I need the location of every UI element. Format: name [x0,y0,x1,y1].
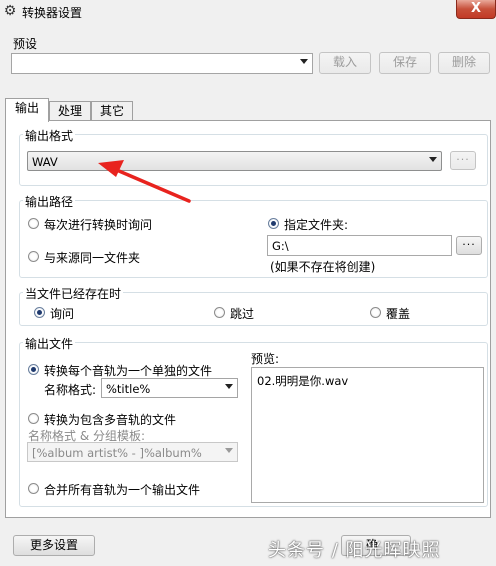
folder-note: (如果不存在将创建) [270,260,376,274]
browse-folder-button[interactable]: ... [456,236,482,255]
preset-label: 预设 [13,37,38,51]
output-format-more-button[interactable]: ... [450,151,476,170]
output-format-value: WAV [32,155,58,169]
name-group-template-value: [%album artist% - ]%album% [32,446,202,460]
ask-each-time-label: 每次进行转换时询问 [44,218,153,232]
multi-track-file-label: 转换为包含多音轨的文件 [44,413,177,427]
preview-label: 预览: [251,352,280,366]
window-title: 转换器设置 [22,6,83,20]
radio-exists-ask[interactable] [34,307,45,318]
preview-filename: 02.明明是你.wav [257,374,349,388]
file-exists-title: 当文件已经存在时 [23,285,124,302]
title-bar: ⚙ 转换器设置 [0,0,496,22]
specified-folder-label: 指定文件夹: [284,218,349,232]
watermark-text: 头条号 / 阳光晖映照 [268,540,441,561]
name-format-select[interactable]: %title% [101,378,238,398]
save-button[interactable]: 保存 [379,52,431,74]
chevron-down-icon [225,384,233,389]
single-file-each-label: 转换每个音轨为一个单独的文件 [44,364,213,378]
radio-same-as-source[interactable] [28,251,39,262]
preset-select[interactable] [11,53,313,74]
radio-ask-each-time[interactable] [28,218,39,229]
tab-processing[interactable]: 处理 [49,101,91,120]
chevron-down-icon [300,59,308,64]
chevron-down-icon [429,157,437,162]
delete-button[interactable]: 删除 [438,52,490,74]
output-path-title: 输出路径 [23,193,76,210]
close-button[interactable]: X [456,0,496,19]
merge-all-label: 合并所有音轨为一个输出文件 [44,483,201,497]
load-button[interactable]: 载入 [319,52,371,74]
radio-multi-track-file[interactable] [28,413,39,424]
tab-output[interactable]: 输出 [5,98,49,122]
output-format-title: 输出格式 [23,127,76,144]
folder-path-input[interactable]: G:\ [267,235,452,256]
output-format-select[interactable]: WAV [27,151,442,171]
folder-path-value: G:\ [272,239,289,253]
output-file-title: 输出文件 [23,335,76,352]
radio-merge-all[interactable] [28,483,39,494]
name-format-value: %title% [106,382,151,396]
radio-specified-folder[interactable] [268,218,279,229]
radio-exists-skip[interactable] [214,307,225,318]
tab-other[interactable]: 其它 [91,101,133,120]
gear-icon: ⚙ [3,3,17,19]
radio-single-file-each[interactable] [28,364,39,375]
more-settings-button[interactable]: 更多设置 [13,535,95,556]
radio-exists-overwrite[interactable] [370,307,381,318]
name-format-label: 名称格式: [44,383,97,397]
exists-ask-label: 询问 [50,307,75,321]
preview-box: 02.明明是你.wav [251,367,484,503]
exists-overwrite-label: 覆盖 [386,307,411,321]
exists-skip-label: 跳过 [230,307,255,321]
same-as-source-label: 与来源同一文件夹 [44,251,141,265]
name-group-template-select[interactable]: [%album artist% - ]%album% [27,442,238,462]
chevron-down-icon [225,448,233,453]
